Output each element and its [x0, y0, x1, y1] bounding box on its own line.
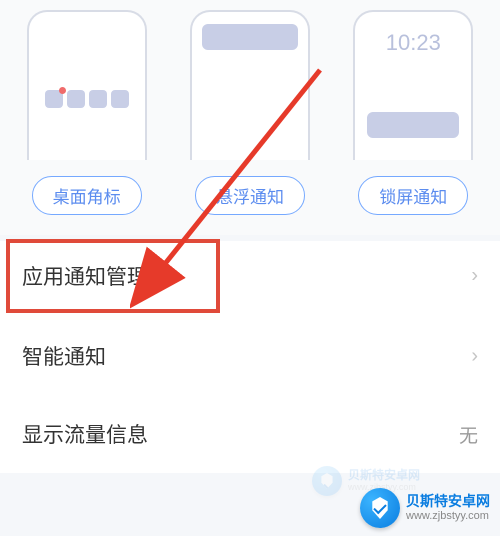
list-item-app-notification-management[interactable]: 应用通知管理 [8, 241, 218, 311]
lock-time: 10:23 [355, 30, 471, 56]
settings-list: 应用通知管理 › 智能通知 › 显示流量信息 无 [0, 241, 500, 473]
notif-card-desktop[interactable]: 桌面角标 [27, 10, 147, 215]
notif-label-banner[interactable]: 悬浮通知 [195, 176, 305, 215]
notification-type-row: 桌面角标 悬浮通知 10:23 锁屏通知 [0, 0, 500, 235]
item-label: 智能通知 [22, 341, 106, 371]
list-item-show-traffic[interactable]: 显示流量信息 无 [0, 395, 500, 473]
preview-desktop-badge [27, 10, 147, 160]
preview-banner [190, 10, 310, 160]
item-value: 无 [459, 421, 478, 448]
notif-label-lock[interactable]: 锁屏通知 [358, 176, 468, 215]
watermark-url: www.zjbstyy.com [406, 510, 490, 522]
notif-card-lock[interactable]: 10:23 锁屏通知 [353, 10, 473, 215]
preview-lockscreen: 10:23 [353, 10, 473, 160]
list-item-smart-notification[interactable]: 智能通知 › [0, 317, 500, 395]
watermark-title: 贝斯特安卓网 [406, 494, 490, 509]
item-label: 应用通知管理 [22, 261, 148, 291]
watermark-logo-icon [360, 488, 400, 528]
notif-card-banner[interactable]: 悬浮通知 [190, 10, 310, 215]
watermark: 贝斯特安卓网 www.zjbstyy.com [360, 488, 490, 528]
item-label: 显示流量信息 [22, 419, 148, 449]
chevron-right-icon: › [471, 345, 478, 368]
chevron-right-icon: › [471, 265, 478, 288]
notif-label-desktop[interactable]: 桌面角标 [32, 176, 142, 215]
